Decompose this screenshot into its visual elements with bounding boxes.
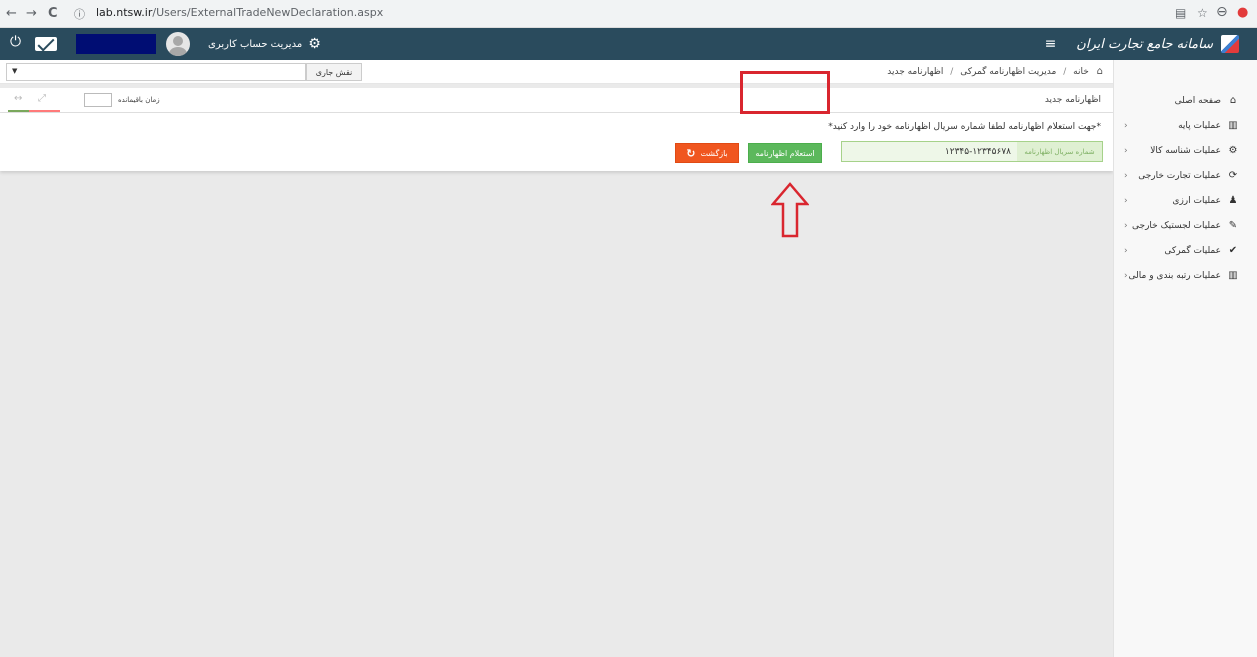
chevron-left-icon: ‹ bbox=[1124, 245, 1128, 256]
breadcrumb-item-customs-declaration[interactable]: مدیریت اظهارنامه گمرکی bbox=[960, 67, 1056, 77]
site-info-icon[interactable]: ⓘ bbox=[74, 6, 85, 22]
hamburger-menu-icon[interactable]: ≡ bbox=[1045, 36, 1057, 52]
serial-input-group: شماره سریال اظهارنامه bbox=[841, 141, 1103, 162]
chevron-down-icon: ▼ bbox=[12, 67, 18, 75]
sidebar-item-label: عملیات شناسه کالا bbox=[1150, 145, 1221, 156]
gears-icon: ⚙ bbox=[1228, 145, 1238, 156]
expand-icon[interactable]: ⤢ bbox=[38, 93, 46, 104]
chevron-left-icon: ‹ bbox=[1124, 120, 1128, 131]
remaining-time-field bbox=[84, 93, 112, 107]
sidebar-item-home[interactable]: ⌂ صفحه اصلی bbox=[1114, 88, 1257, 113]
avatar[interactable] bbox=[166, 32, 190, 56]
breadcrumb-separator: / bbox=[950, 67, 954, 77]
chevron-left-icon: ‹ bbox=[1124, 195, 1128, 206]
sidebar-menu: ⌂ صفحه اصلی ▥ عملیات پایه ‹ ⚙ عملیات شناسه ک… bbox=[1114, 88, 1257, 288]
current-role-label: نقش جاری bbox=[306, 63, 362, 81]
home-icon[interactable]: ⌂ bbox=[1097, 66, 1103, 77]
current-role-select[interactable]: ▼ bbox=[6, 63, 306, 81]
page-title: اظهارنامه جدید bbox=[1044, 95, 1101, 105]
account-menu[interactable]: مدیریت حساب کاربری ⚙ bbox=[166, 32, 321, 56]
profile-icon[interactable]: ⊖ bbox=[1216, 4, 1228, 20]
back-button-label: بازگشت bbox=[700, 148, 728, 158]
app-header: سامانه جامع تجارت ایران ≡ مدیریت حساب کا… bbox=[0, 28, 1257, 60]
sidebar-item-label: عملیات رتبه بندی و مالی bbox=[1128, 270, 1221, 281]
sidebar-item-label: عملیات تجارت خارجی bbox=[1138, 170, 1221, 181]
sidebar-item-base-operations[interactable]: ▥ عملیات پایه ‹ bbox=[1114, 113, 1257, 138]
chevron-left-icon: ‹ bbox=[1124, 220, 1128, 231]
chevron-left-icon: ‹ bbox=[1124, 270, 1128, 281]
inquiry-form-panel: *جهت استعلام اظهارنامه لطفا شماره سریال … bbox=[0, 113, 1113, 171]
sidebar-item-label: عملیات لجستیک خارجی bbox=[1132, 220, 1221, 231]
breadcrumb-separator: / bbox=[1063, 67, 1067, 77]
page-header: اظهارنامه جدید زمان باقیمانده ⤢ ↔ bbox=[0, 88, 1113, 113]
gear-icon[interactable]: ⚙ bbox=[308, 36, 321, 52]
chart-icon: ▥ bbox=[1228, 120, 1238, 131]
user-plus-icon: ♟ bbox=[1228, 195, 1238, 206]
account-management-label[interactable]: مدیریت حساب کاربری bbox=[208, 39, 302, 50]
translate-icon[interactable]: ▤ bbox=[1175, 6, 1186, 20]
reload-icon[interactable]: C bbox=[48, 6, 58, 21]
sidebar-item-label: عملیات گمرکی bbox=[1164, 245, 1221, 256]
chevron-left-icon: ‹ bbox=[1124, 170, 1128, 181]
sidebar-item-logistics[interactable]: ✎ عملیات لجستیک خارجی ‹ bbox=[1114, 213, 1257, 238]
breadcrumb-bar: ⌂ خانه / مدیریت اظهارنامه گمرکی / اظهارن… bbox=[0, 60, 1113, 84]
remaining-time-label: زمان باقیمانده bbox=[118, 96, 160, 104]
instruction-text: *جهت استعلام اظهارنامه لطفا شماره سریال … bbox=[828, 122, 1101, 132]
chevron-left-icon: ‹ bbox=[1124, 145, 1128, 156]
url-path: /Users/ExternalTradeNewDeclaration.aspx bbox=[152, 6, 384, 19]
sidebar-item-currency[interactable]: ♟ عملیات ارزی ‹ bbox=[1114, 188, 1257, 213]
sidebar-item-label: عملیات پایه bbox=[1178, 120, 1221, 131]
redacted-username bbox=[76, 34, 156, 54]
breadcrumb-item-new-declaration: اظهارنامه جدید bbox=[887, 67, 944, 77]
sidebar: ⌂ صفحه اصلی ▥ عملیات پایه ‹ ⚙ عملیات شناسه ک… bbox=[1113, 60, 1257, 657]
power-icon[interactable]: ⏻ bbox=[10, 34, 21, 50]
sidebar-item-goods-id[interactable]: ⚙ عملیات شناسه کالا ‹ bbox=[1114, 138, 1257, 163]
edit-icon: ✎ bbox=[1228, 220, 1238, 231]
chart-icon: ▥ bbox=[1228, 270, 1238, 281]
header-tab-indicator bbox=[8, 110, 60, 112]
declaration-inquiry-button[interactable]: استعلام اظهارنامه bbox=[748, 143, 822, 163]
url-host: lab.ntsw.ir bbox=[96, 6, 153, 19]
main-content: ⌂ خانه / مدیریت اظهارنامه گمرکی / اظهارن… bbox=[0, 60, 1113, 657]
serial-label: شماره سریال اظهارنامه bbox=[1016, 142, 1102, 161]
check-icon: ✔ bbox=[1228, 245, 1238, 256]
home-icon: ⌂ bbox=[1229, 95, 1237, 106]
brand[interactable]: سامانه جامع تجارت ایران ≡ bbox=[1045, 33, 1239, 55]
serial-number-input[interactable] bbox=[842, 142, 1017, 161]
browser-toolbar: ← → C ⓘ lab.ntsw.ir/Users/ExternalTradeN… bbox=[0, 0, 1257, 28]
refresh-icon: ↻ bbox=[686, 146, 696, 160]
brand-logo-icon bbox=[1221, 35, 1239, 53]
star-icon[interactable]: ☆ bbox=[1197, 6, 1208, 20]
sidebar-item-customs[interactable]: ✔ عملیات گمرکی ‹ bbox=[1114, 238, 1257, 263]
address-bar[interactable]: lab.ntsw.ir/Users/ExternalTradeNewDeclar… bbox=[96, 6, 383, 19]
collapse-icon[interactable]: ↔ bbox=[14, 93, 22, 104]
mail-icon[interactable] bbox=[35, 37, 57, 51]
breadcrumb-item-home[interactable]: خانه bbox=[1073, 67, 1089, 77]
annotation-up-arrow-icon bbox=[771, 182, 809, 238]
forward-icon[interactable]: → bbox=[26, 6, 37, 21]
sidebar-item-rating-finance[interactable]: ▥ عملیات رتبه بندی و مالی ‹ bbox=[1114, 263, 1257, 288]
sidebar-item-label: صفحه اصلی bbox=[1174, 95, 1221, 106]
back-icon[interactable]: ← bbox=[6, 6, 17, 21]
breadcrumb: ⌂ خانه / مدیریت اظهارنامه گمرکی / اظهارن… bbox=[887, 66, 1103, 77]
annotation-highlight-box bbox=[740, 71, 830, 114]
refresh-icon: ⟳ bbox=[1228, 170, 1238, 181]
sidebar-item-label: عملیات ارزی bbox=[1172, 195, 1221, 206]
brand-name: سامانه جامع تجارت ایران bbox=[1076, 36, 1213, 52]
back-button[interactable]: بازگشت ↻ bbox=[675, 143, 739, 163]
extension-icon[interactable]: ● bbox=[1237, 5, 1248, 20]
sidebar-item-foreign-trade[interactable]: ⟳ عملیات تجارت خارجی ‹ bbox=[1114, 163, 1257, 188]
